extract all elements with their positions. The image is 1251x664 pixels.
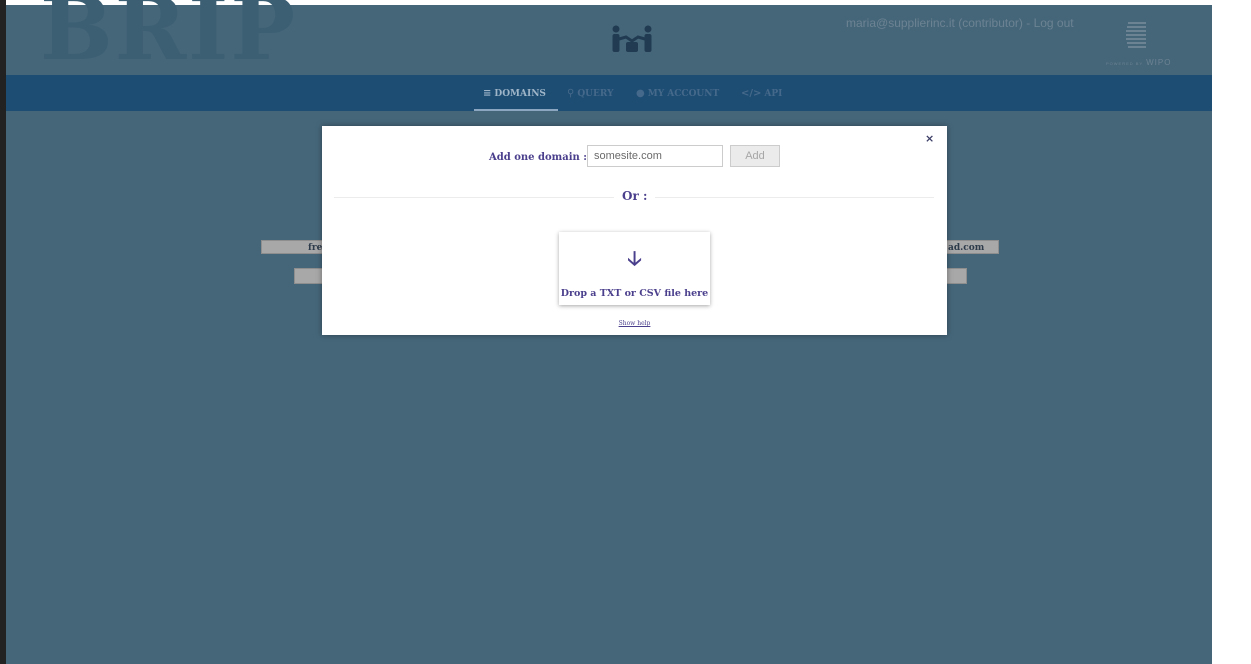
user-icon: ●: [636, 88, 645, 99]
chip-text: fre: [308, 243, 323, 253]
wipo-label: WIPO: [1146, 58, 1172, 67]
nav-item-query[interactable]: ⚲ QUERY: [567, 88, 614, 99]
nav-item-my-account[interactable]: ● MY ACCOUNT: [636, 88, 719, 99]
site-header: BRIP maria@supplierinc.it (contributor) …: [6, 0, 1212, 75]
main-nav: ≡ DOMAINS ⚲ QUERY ● MY ACCOUNT </> API: [6, 75, 1212, 111]
nav-item-label: DOMAINS: [494, 88, 546, 99]
handshake-logo-icon: [612, 25, 652, 52]
nav-item-label: QUERY: [577, 88, 614, 99]
add-domain-modal: × Add one domain : Add Or : 🡣 Drop a TXT…: [322, 126, 947, 335]
code-icon: </>: [741, 88, 762, 99]
nav-item-domains[interactable]: ≡ DOMAINS: [483, 88, 546, 99]
chip-text: ad.com: [948, 243, 985, 253]
close-icon[interactable]: ×: [925, 132, 934, 145]
add-domain-label: Add one domain :: [489, 152, 587, 163]
nav-item-label: MY ACCOUNT: [647, 88, 720, 99]
or-label: Or :: [614, 189, 656, 203]
dropzone-label: Drop a TXT or CSV file here: [560, 288, 709, 299]
file-dropzone[interactable]: 🡣 Drop a TXT or CSV file here: [559, 232, 710, 305]
nav-item-api[interactable]: </> API: [741, 88, 782, 99]
page-right-margin: [1212, 0, 1251, 664]
user-login-info[interactable]: maria@supplierinc.it (contributor) - Log…: [846, 16, 1074, 30]
show-help-link[interactable]: Show help: [322, 320, 947, 327]
wipo-powered-by: POWERED BY: [1106, 61, 1144, 66]
brand-logo-text: BRIP: [40, 0, 298, 80]
wipo-caption: POWERED BY WIPO: [1106, 58, 1171, 67]
add-button[interactable]: Add: [730, 145, 780, 167]
arrow-down-icon: 🡣: [627, 246, 642, 270]
nav-active-underline: [474, 109, 558, 111]
list-icon: ≡: [483, 88, 492, 99]
domain-input[interactable]: [587, 145, 723, 167]
nav-item-label: API: [764, 88, 783, 99]
search-icon: ⚲: [567, 88, 575, 99]
